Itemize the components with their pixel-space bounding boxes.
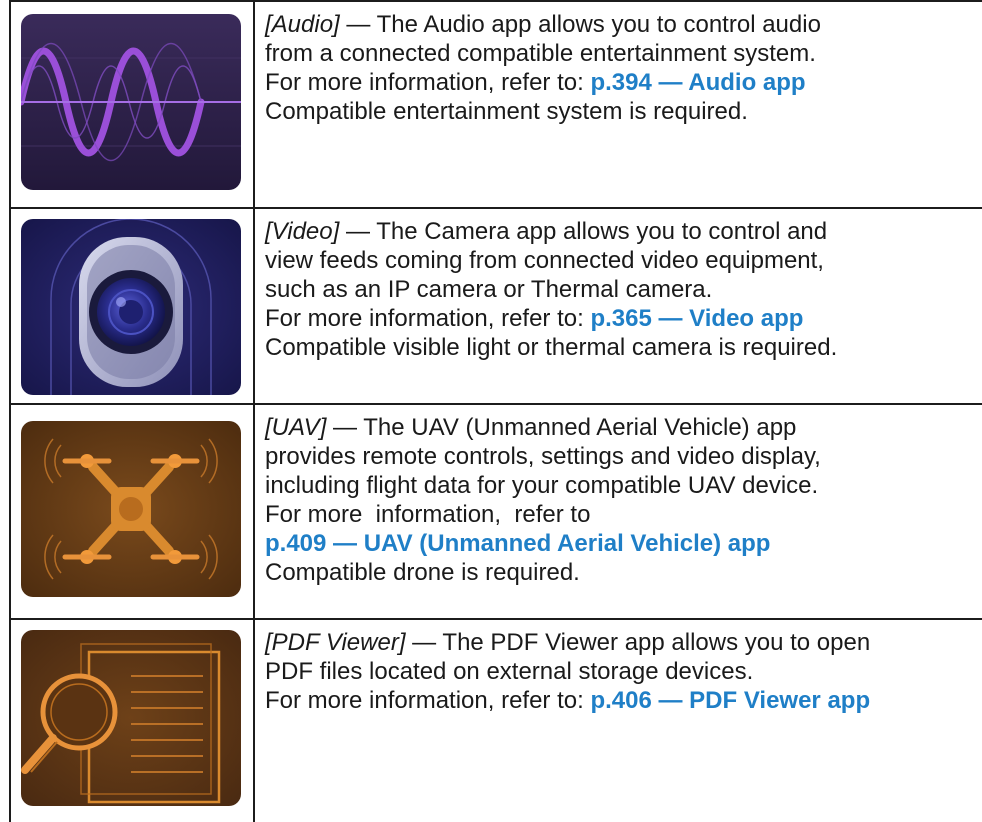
app-tag: [Video] xyxy=(265,218,340,245)
camera-lens-icon xyxy=(21,219,241,395)
app-row-pdf-viewer: [PDF Viewer] — The PDF Viewer app allows… xyxy=(9,618,982,822)
audio-app-link[interactable]: p.394 — Audio app xyxy=(590,69,805,96)
desc-text: — The PDF Viewer app allows you to open xyxy=(405,629,871,656)
app-tag: [Audio] xyxy=(265,11,340,38)
desc-text: view feeds coming from connected video e… xyxy=(265,247,824,274)
requirement-text: Compatible entertainment system is requi… xyxy=(265,98,748,125)
app-row-uav: [UAV] — The UAV (Unmanned Aerial Vehicle… xyxy=(9,403,982,620)
desc-text: — The UAV (Unmanned Aerial Vehicle) app xyxy=(326,414,797,441)
app-description: [Video] — The Camera app allows you to c… xyxy=(255,209,982,362)
icon-cell xyxy=(9,403,255,620)
video-app-link[interactable]: p.365 — Video app xyxy=(590,305,803,332)
ref-prefix: For more information, refer to: xyxy=(265,69,584,96)
desc-cell: [UAV] — The UAV (Unmanned Aerial Vehicle… xyxy=(253,403,982,620)
ref-prefix: For more information, refer to: xyxy=(265,687,584,714)
pdf-magnifier-icon xyxy=(21,630,241,806)
desc-text: including flight data for your compatibl… xyxy=(265,472,819,499)
desc-text: PDF files located on external storage de… xyxy=(265,658,754,685)
icon-cell xyxy=(9,207,255,405)
app-row-audio: [Audio] — The Audio app allows you to co… xyxy=(9,0,982,209)
requirement-text: Compatible visible light or thermal came… xyxy=(265,334,838,361)
desc-cell: [Video] — The Camera app allows you to c… xyxy=(253,207,982,405)
drone-icon xyxy=(21,421,241,597)
ref-prefix: For more information, refer to xyxy=(265,501,591,528)
desc-text: — The Audio app allows you to control au… xyxy=(339,11,821,38)
app-description: [UAV] — The UAV (Unmanned Aerial Vehicle… xyxy=(255,405,982,587)
uav-app-link[interactable]: p.409 — UAV (Unmanned Aerial Vehicle) ap… xyxy=(265,530,770,557)
desc-text: provides remote controls, settings and v… xyxy=(265,443,821,470)
app-row-video: [Video] — The Camera app allows you to c… xyxy=(9,207,982,405)
pdf-viewer-app-link[interactable]: p.406 — PDF Viewer app xyxy=(590,687,870,714)
icon-cell xyxy=(9,0,255,209)
desc-text: such as an IP camera or Thermal camera. xyxy=(265,276,713,303)
desc-cell: [Audio] — The Audio app allows you to co… xyxy=(253,0,982,209)
apps-table: [Audio] — The Audio app allows you to co… xyxy=(9,0,982,822)
app-tag: [UAV] xyxy=(265,414,327,441)
icon-cell xyxy=(9,618,255,822)
ref-prefix: For more information, refer to: xyxy=(265,305,584,332)
app-description: [PDF Viewer] — The PDF Viewer app allows… xyxy=(255,620,982,715)
app-tag: [PDF Viewer] xyxy=(265,629,406,656)
requirement-text: Compatible drone is required. xyxy=(265,559,580,586)
audio-waveform-icon xyxy=(21,14,241,190)
desc-cell: [PDF Viewer] — The PDF Viewer app allows… xyxy=(253,618,982,822)
app-description: [Audio] — The Audio app allows you to co… xyxy=(255,2,982,126)
desc-text: — The Camera app allows you to control a… xyxy=(339,218,828,245)
desc-text: from a connected compatible entertainmen… xyxy=(265,40,816,67)
